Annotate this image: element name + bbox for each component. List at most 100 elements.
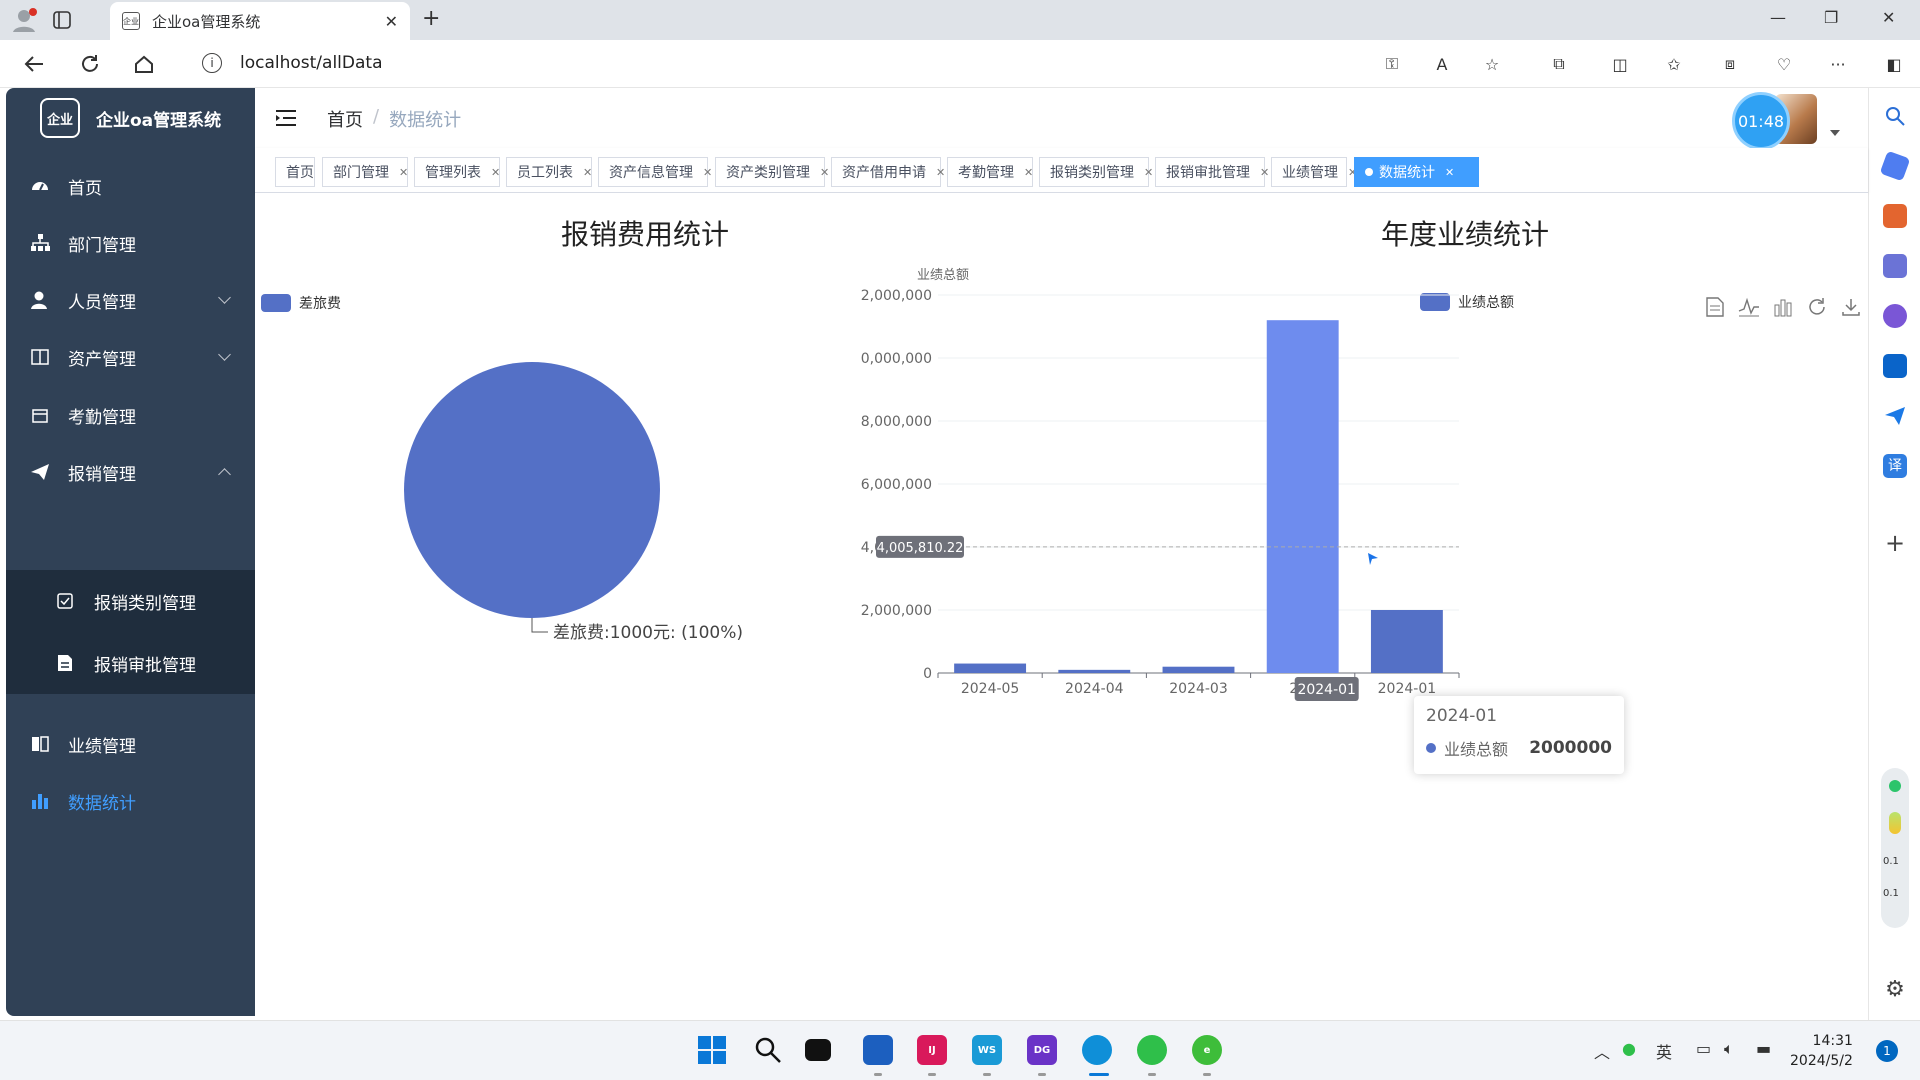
app-icon[interactable] xyxy=(863,1035,893,1065)
tag-close-icon[interactable]: ✕ xyxy=(491,166,500,179)
tag-close-icon[interactable]: ✕ xyxy=(1445,166,1454,179)
datagrip-icon[interactable]: DG xyxy=(1027,1035,1057,1065)
search-icon[interactable] xyxy=(753,1035,783,1065)
browser-essentials-icon[interactable]: ♡ xyxy=(1770,50,1798,78)
tag-item[interactable]: 首页 xyxy=(275,157,315,187)
x-tick-label: 2024-05 xyxy=(961,681,1020,697)
running-indicator xyxy=(983,1073,991,1076)
send-icon[interactable] xyxy=(1883,404,1907,428)
sidebar-toggle-icon[interactable]: ◧ xyxy=(1880,50,1908,78)
new-tab-icon[interactable]: + xyxy=(422,6,440,31)
more-icon[interactable]: ··· xyxy=(1824,50,1852,78)
ie-browser-icon[interactable]: e xyxy=(1192,1035,1222,1065)
tag-close-icon[interactable]: ✕ xyxy=(399,166,408,179)
favorites-icon[interactable]: ✩ xyxy=(1660,50,1688,78)
browser-tab-active[interactable]: 企业 企业oa管理系统 ✕ xyxy=(110,2,410,40)
network-monitor-widget: 0.1 0.1 xyxy=(1881,768,1909,928)
tag-close-icon[interactable]: ✕ xyxy=(583,166,592,179)
chevron-down-icon xyxy=(218,291,231,304)
settings-gear-icon[interactable]: ⚙ xyxy=(1883,978,1907,1002)
url-input[interactable]: localhost/allData xyxy=(240,53,383,73)
hamburger-icon[interactable] xyxy=(275,108,299,128)
translate-icon[interactable]: 译 xyxy=(1883,454,1907,478)
profile-icon[interactable] xyxy=(10,6,38,34)
read-aloud-icon[interactable]: A xyxy=(1428,50,1456,78)
submenu-item-reimbursement-approval[interactable]: 报销审批管理 xyxy=(6,632,255,694)
webstorm-icon[interactable]: WS xyxy=(972,1035,1002,1065)
restore-icon[interactable]: ❐ xyxy=(1824,8,1838,27)
copilot-icon[interactable] xyxy=(1883,304,1907,328)
book-icon xyxy=(30,347,50,367)
tooltip-value: 2000000 xyxy=(1529,738,1612,758)
start-icon[interactable] xyxy=(697,1035,727,1065)
intellij-icon[interactable]: IJ xyxy=(917,1035,947,1065)
tag-close-icon[interactable]: ✕ xyxy=(936,166,945,179)
wechat-tray-icon[interactable]: ● xyxy=(1622,1039,1636,1058)
tag-item[interactable]: 报销类别管理 ✕ xyxy=(1039,157,1153,187)
site-info-icon[interactable]: i xyxy=(202,53,222,73)
tag-close-icon[interactable]: ✕ xyxy=(1024,166,1033,179)
chart-tooltip: 2024-01 业绩总额 2000000 xyxy=(1414,696,1624,774)
tag-close-icon[interactable]: ✕ xyxy=(1260,166,1269,179)
favorite-star-icon[interactable]: ☆ xyxy=(1478,50,1506,78)
breadcrumb-current: 数据统计 xyxy=(389,110,462,131)
axis-pointer-label: 2024-01 xyxy=(1297,682,1356,698)
close-window-icon[interactable]: ✕ xyxy=(1882,8,1895,27)
edge-icon[interactable] xyxy=(1082,1035,1112,1065)
submenu-item-reimbursement-category[interactable]: 报销类别管理 xyxy=(6,570,255,632)
extensions-icon[interactable]: ⧉ xyxy=(1545,50,1573,78)
add-icon[interactable]: + xyxy=(1883,531,1907,556)
tag-item[interactable]: 考勤管理 ✕ xyxy=(947,157,1033,187)
net-up-value: 0.1 xyxy=(1883,856,1899,867)
tag-item[interactable]: 管理列表 ✕ xyxy=(414,157,500,187)
tab-actions-icon[interactable] xyxy=(48,6,76,34)
key-icon[interactable]: ⚿ xyxy=(1378,50,1406,78)
volume-icon[interactable]: 🔈︎ xyxy=(1724,1039,1734,1059)
tray-date: 2024/5/2 xyxy=(1790,1053,1853,1069)
tag-item[interactable]: 资产信息管理 ✕ xyxy=(598,157,712,187)
close-tab-icon[interactable]: ✕ xyxy=(385,12,398,31)
tag-close-icon[interactable]: ✕ xyxy=(1144,166,1153,179)
checkbox-icon xyxy=(56,592,74,610)
tray-clock[interactable]: 14:31 2024/5/2 xyxy=(1790,1031,1853,1071)
caret-down-icon[interactable] xyxy=(1830,130,1840,136)
tray-chevron-up-icon[interactable]: ︿ xyxy=(1594,1039,1610,1063)
battery-icon[interactable]: ▬ xyxy=(1756,1039,1771,1058)
bar xyxy=(1058,669,1131,673)
ime-indicator[interactable]: 英 xyxy=(1656,1039,1672,1063)
tag-close-icon[interactable]: ✕ xyxy=(703,166,712,179)
collections-icon[interactable]: ⧈ xyxy=(1716,50,1744,78)
task-view-icon[interactable] xyxy=(805,1039,831,1061)
minimize-icon[interactable]: — xyxy=(1770,8,1786,27)
app-sidebar: 企业 企业oa管理系统 首页 部门管理 人员管理 资产管理 考勤管理 报销管理 … xyxy=(6,88,255,1016)
shopping-tag-icon[interactable] xyxy=(1879,150,1911,182)
wechat-icon[interactable] xyxy=(1137,1035,1167,1065)
tag-item[interactable]: 资产类别管理 ✕ xyxy=(715,157,829,187)
network-icon[interactable]: ▭ xyxy=(1696,1039,1711,1058)
running-indicator xyxy=(1148,1073,1156,1076)
tag-item[interactable]: 数据统计 ✕ xyxy=(1354,157,1479,187)
games-icon[interactable] xyxy=(1883,254,1907,278)
sidebar-item-reimbursement[interactable]: 报销管理 xyxy=(6,437,255,507)
home-icon[interactable] xyxy=(130,50,158,78)
back-icon[interactable] xyxy=(20,50,48,78)
tag-item[interactable]: 员工列表 ✕ xyxy=(506,157,592,187)
app-logo[interactable]: 企业 企业oa管理系统 xyxy=(6,88,255,148)
tag-item[interactable]: 报销审批管理 ✕ xyxy=(1155,157,1269,187)
outlook-icon[interactable] xyxy=(1883,354,1907,378)
sidebar-item-label: 报销管理 xyxy=(68,464,136,485)
tag-close-icon[interactable]: ✕ xyxy=(820,166,829,179)
tag-item[interactable]: 部门管理 ✕ xyxy=(322,157,408,187)
tag-label: 资产类别管理 xyxy=(726,165,810,181)
notification-badge[interactable]: 1 xyxy=(1876,1040,1898,1062)
split-screen-icon[interactable]: ◫ xyxy=(1606,50,1634,78)
tools-icon[interactable] xyxy=(1883,204,1907,228)
tag-item[interactable]: 业绩管理 ✕ xyxy=(1271,157,1357,187)
search-icon[interactable] xyxy=(1883,104,1907,128)
app-header: 首页 / 数据统计 01:48 xyxy=(255,88,1868,150)
sidebar-item-statistics[interactable]: 数据统计 xyxy=(6,766,255,836)
tag-item[interactable]: 资产借用申请 ✕ xyxy=(831,157,945,187)
tooltip-marker xyxy=(1426,743,1436,753)
refresh-icon[interactable] xyxy=(76,50,104,78)
breadcrumb-home[interactable]: 首页 xyxy=(327,106,363,132)
